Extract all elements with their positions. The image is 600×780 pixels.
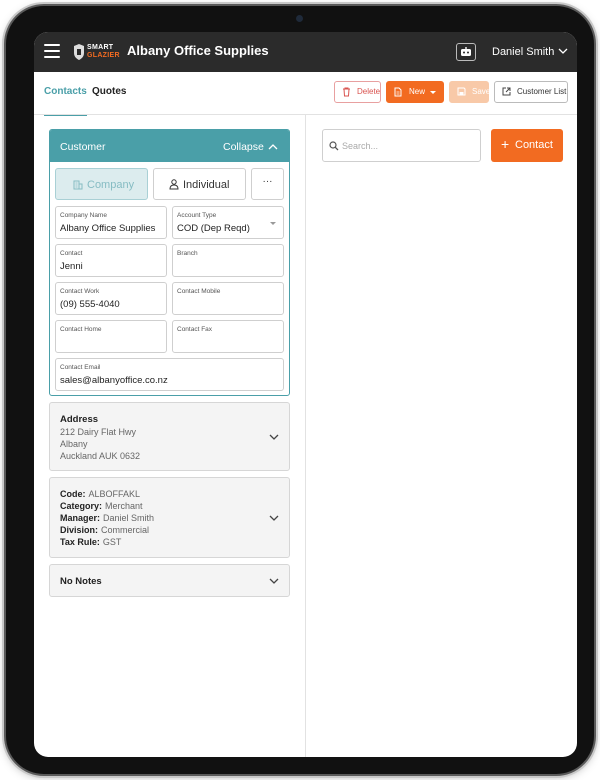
address-line: 212 Dairy Flat Hwy [60, 427, 137, 437]
assistant-button[interactable] [456, 43, 476, 61]
customer-list-label: Customer List [517, 87, 567, 96]
external-link-icon [502, 87, 511, 96]
logo-text-1: SMART [87, 44, 114, 51]
contact-search-box[interactable] [322, 129, 481, 162]
field-value: sales@albanyoffice.co.nz [60, 375, 168, 386]
collapse-button[interactable]: Collapse [223, 141, 264, 153]
field-label: Contact Home [60, 326, 102, 333]
field-value: Jenni [60, 261, 83, 272]
building-icon [73, 180, 83, 190]
customer-card-title: Customer [60, 141, 106, 153]
document-icon [394, 87, 402, 97]
contact-mobile-field[interactable]: Contact Mobile [172, 282, 284, 315]
branch-field[interactable]: Branch [172, 244, 284, 277]
detail-row-category: Category: Merchant [60, 501, 143, 511]
individual-type-label: Individual [183, 179, 230, 191]
field-value: COD (Dep Reqd) [177, 223, 250, 234]
logo-mark-icon [74, 44, 84, 60]
field-value: Albany Office Supplies [60, 223, 156, 234]
detail-row-code: Code: ALBOFFAKL [60, 489, 141, 499]
notes-title: No Notes [60, 576, 102, 587]
tablet-frame: SMART GLAZIER Albany Office Supplies Dan… [6, 6, 594, 774]
address-card[interactable]: Address 212 Dairy Flat Hwy Albany Auckla… [49, 402, 290, 471]
field-label: Contact [60, 250, 83, 257]
save-label: Save [472, 87, 491, 96]
menu-icon[interactable] [44, 44, 60, 58]
customer-details-card[interactable]: Code: ALBOFFAKL Category: Merchant Manager… [49, 477, 290, 558]
customer-card-header: Customer Collapse [50, 130, 289, 162]
trash-icon [343, 87, 350, 97]
detail-row-tax-rule: Tax Rule: GST [60, 537, 122, 547]
address-line: Auckland AUK 0632 [60, 451, 141, 461]
field-label: Contact Work [60, 288, 100, 295]
top-bar: SMART GLAZIER Albany Office Supplies Dan… [34, 32, 577, 72]
address-title: Address [60, 414, 99, 425]
contact-work-field[interactable]: Contact Work (09) 555-4040 [55, 282, 167, 315]
new-label: New [409, 87, 426, 96]
more-options-button[interactable]: ··· [251, 168, 284, 200]
add-contact-label: Contact [515, 139, 553, 151]
robot-icon [461, 47, 471, 56]
add-contact-button[interactable]: + Contact [491, 129, 563, 162]
tab-contacts[interactable]: Contacts [44, 86, 87, 116]
account-type-select[interactable]: Account Type COD (Dep Reqd) [172, 206, 284, 239]
plus-icon: + [501, 136, 510, 152]
company-type-button[interactable]: Company [55, 168, 148, 200]
customer-list-button[interactable]: Customer List [494, 81, 568, 103]
field-value: (09) 555-4040 [60, 299, 120, 310]
individual-type-button[interactable]: Individual [153, 168, 246, 200]
new-button[interactable]: New [386, 81, 444, 103]
person-icon [169, 179, 179, 190]
field-label: Contact Email [60, 364, 101, 371]
save-icon [457, 87, 466, 96]
contact-field[interactable]: Contact Jenni [55, 244, 167, 277]
customer-card: Customer Collapse Company Individual ···… [49, 129, 290, 396]
tab-quotes[interactable]: Quotes [92, 86, 126, 97]
field-label: Contact Fax [177, 326, 213, 333]
chevron-up-icon[interactable] [268, 143, 278, 150]
contact-home-field[interactable]: Contact Home [55, 320, 167, 353]
user-menu[interactable]: Daniel Smith [492, 46, 554, 58]
pane-divider [305, 115, 306, 757]
company-type-label: Company [87, 179, 135, 191]
chevron-down-icon[interactable] [269, 434, 279, 441]
search-icon [329, 141, 339, 151]
field-label: Branch [177, 250, 198, 257]
delete-button[interactable]: Delete [334, 81, 381, 103]
address-line: Albany [60, 439, 88, 449]
chevron-down-icon[interactable] [558, 47, 568, 55]
caret-down-icon [430, 91, 436, 94]
notes-card[interactable]: No Notes [49, 564, 290, 597]
search-input[interactable] [342, 137, 476, 155]
contact-fax-field[interactable]: Contact Fax [172, 320, 284, 353]
app-logo: SMART GLAZIER [72, 42, 120, 62]
contact-email-field[interactable]: Contact Email sales@albanyoffice.co.nz [55, 358, 284, 391]
logo-text-2: GLAZIER [87, 52, 120, 59]
chevron-down-icon[interactable] [269, 578, 279, 585]
chevron-down-icon[interactable] [269, 515, 279, 522]
field-label: Contact Mobile [177, 288, 221, 295]
delete-label: Delete [357, 87, 381, 96]
save-button[interactable]: Save [449, 81, 491, 103]
field-label: Account Type [177, 212, 217, 219]
detail-row-division: Division: Commercial [60, 525, 150, 535]
dropdown-caret-icon [270, 222, 276, 225]
company-name-field[interactable]: Company Name Albany Office Supplies [55, 206, 167, 239]
camera-dot [296, 15, 303, 22]
page-title: Albany Office Supplies [127, 43, 269, 58]
field-label: Company Name [60, 212, 107, 219]
app-screen: SMART GLAZIER Albany Office Supplies Dan… [34, 32, 577, 757]
detail-row-manager: Manager: Daniel Smith [60, 513, 155, 523]
